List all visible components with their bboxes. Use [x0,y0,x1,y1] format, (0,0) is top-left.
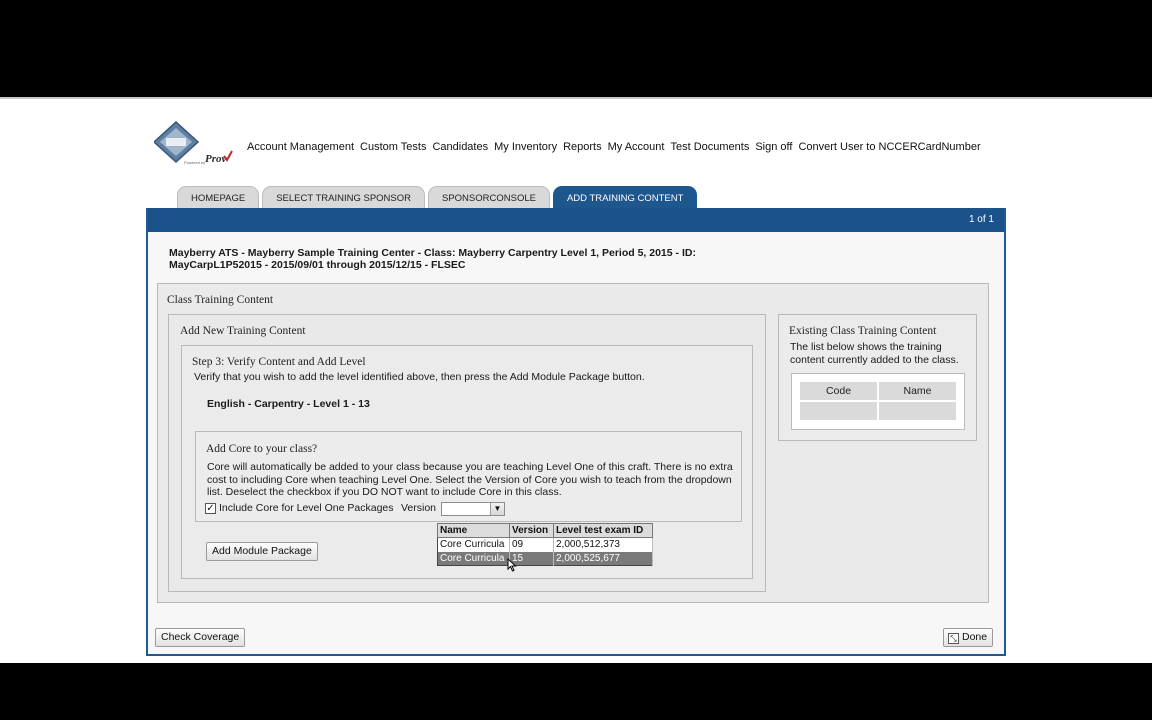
dropdown-option-row-highlighted[interactable]: Core Curricula 15 2,000,525,677 [437,551,653,566]
include-core-checkbox[interactable]: ✓ [205,503,216,514]
tab-sponsorconsole[interactable]: SPONSORCONSOLE [428,186,550,208]
dropdown-option-row[interactable]: Core Curricula 09 2,000,512,373 [437,537,653,552]
add-new-title: Add New Training Content [180,325,306,337]
nccer-logo[interactable]: Powered by Prov [152,120,234,170]
nav-my-inventory[interactable]: My Inventory [494,141,557,153]
nav-reports[interactable]: Reports [563,141,602,153]
done-button[interactable]: ⤡ Done [943,628,994,647]
nav-candidates[interactable]: Candidates [432,141,488,153]
nav-test-documents[interactable]: Test Documents [670,141,749,153]
nav-sign-off[interactable]: Sign off [755,141,792,153]
dropdown-header-name: Name [437,523,510,538]
nav-account-management[interactable]: Account Management [247,141,354,153]
nav-convert-user[interactable]: Convert User to NCCERCardNumber [798,141,980,153]
dropdown-option-name: Core Curricula [437,551,510,566]
add-core-desc-line-2: cost to including Core when teaching Lev… [207,473,732,486]
check-coverage-button[interactable]: Check Coverage [155,628,246,647]
column-header-name: Name [879,382,956,400]
existing-desc-line-1: The list below shows the training [790,341,942,353]
nav-custom-tests[interactable]: Custom Tests [360,141,426,153]
include-core-label: Include Core for Level One Packages [219,502,394,514]
main-panel: 1 of 1 Mayberry ATS - Mayberry Sample Tr… [146,208,1006,656]
chevron-down-icon[interactable]: ▼ [490,503,504,515]
existing-content-description: The list below shows the training conten… [790,341,970,366]
dropdown-option-name: Core Curricula [437,537,510,552]
page-indicator: 1 of 1 [968,214,994,225]
step-3-description: Verify that you wish to add the level id… [194,371,645,383]
prov-logo-text: Prov [205,153,227,165]
step-3-title: Step 3: Verify Content and Add Level [192,356,366,368]
add-core-description: Core will automatically be added to your… [207,461,737,499]
existing-content-title: Existing Class Training Content [789,325,937,337]
add-module-package-button[interactable]: Add Module Package [206,542,318,561]
class-info: Mayberry ATS - Mayberry Sample Training … [169,247,789,271]
tab-add-training-content[interactable]: ADD TRAINING CONTENT [552,186,698,208]
add-core-section: Add Core to your class? Core will automa… [195,431,742,522]
panel-header-bar: 1 of 1 [148,208,1004,232]
done-label: Done [962,631,988,643]
class-info-line-1: Mayberry ATS - Mayberry Sample Training … [169,247,696,259]
empty-cell [800,402,877,420]
dropdown-option-version: 09 [509,537,554,552]
empty-cell [879,402,956,420]
powered-by-text: Powered by [184,160,205,165]
tab-homepage[interactable]: HOMEPAGE [177,186,260,208]
add-core-desc-line-1: Core will automatically be added to your… [207,461,733,473]
workflow-tabs: HOMEPAGE SELECT TRAINING SPONSOR SPONSOR… [177,186,698,208]
done-icon: ⤡ [948,633,959,644]
dropdown-header-version: Version [509,523,554,538]
top-navigation: Account Management Custom Tests Candidat… [247,141,981,153]
add-core-desc-line-3: list. Deselect the checkbox if you DO NO… [207,486,562,498]
existing-content-table: Code Name [798,380,958,422]
version-select[interactable]: ▼ [441,502,505,516]
version-label: Version [401,502,437,514]
application-page: Powered by Prov Account Management Custo… [0,97,1152,663]
dropdown-header-exam-id: Level test exam ID [553,523,653,538]
existing-content-table-frame: Code Name [791,373,965,430]
mouse-pointer-icon [507,558,517,572]
class-info-line-2: MayCarpL1P52015 - 2015/09/01 through 201… [169,259,466,271]
dropdown-option-exam-id: 2,000,525,677 [553,551,653,566]
selected-level-name: English - Carpentry - Level 1 - 13 [207,398,370,410]
nav-my-account[interactable]: My Account [608,141,665,153]
class-training-content-title: Class Training Content [167,294,274,306]
version-dropdown-list: Name Version Level test exam ID Core Cur… [437,523,653,566]
existing-content-section: Existing Class Training Content The list… [778,314,977,441]
add-core-title: Add Core to your class? [206,443,318,455]
tab-select-training-sponsor[interactable]: SELECT TRAINING SPONSOR [262,186,425,208]
dropdown-option-exam-id: 2,000,512,373 [553,537,653,552]
existing-desc-line-2: content currently added to the class. [790,353,959,366]
column-header-code: Code [800,382,877,400]
